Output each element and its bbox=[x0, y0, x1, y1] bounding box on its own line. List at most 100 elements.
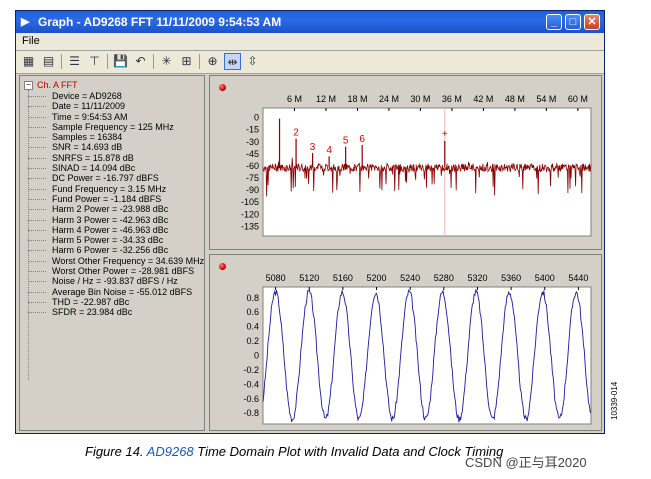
time-x-tick-label: 5360 bbox=[501, 273, 521, 283]
caption-suffix: Time Domain Plot with Invalid Data and C… bbox=[193, 444, 504, 459]
tree-item[interactable]: Samples = 16384 bbox=[24, 132, 204, 142]
time-x-tick-label: 5160 bbox=[333, 273, 353, 283]
fft-x-tick-label: 12 M bbox=[316, 94, 336, 104]
chart-icon[interactable]: ▦ bbox=[20, 53, 37, 70]
tree-item[interactable]: Time = 9:54:53 AM bbox=[24, 112, 204, 122]
fft-x-tick-label: 54 M bbox=[536, 94, 556, 104]
toolbar-separator bbox=[199, 54, 200, 69]
tree-item[interactable]: Fund Frequency = 3.15 MHz bbox=[24, 184, 204, 194]
fft-y-tick-label: 0 bbox=[254, 113, 259, 123]
fft-harmonic-label: 6 bbox=[359, 134, 365, 145]
fft-chart: 6 M 12 M 18 M 24 M 30 M 36 M 42 M 48 M 54 M 60 M 0… bbox=[241, 94, 592, 237]
fft-harmonic-label: 3 bbox=[310, 142, 316, 153]
tree-item[interactable]: Device = AD9268 bbox=[24, 91, 204, 101]
fft-y-tick-label: -75 bbox=[246, 173, 259, 183]
fft-x-tick-label: 24 M bbox=[379, 94, 399, 104]
undo-icon[interactable]: ↶ bbox=[132, 53, 149, 70]
fft-x-tick-label: 36 M bbox=[442, 94, 462, 104]
tree-item[interactable]: Harm 6 Power = -32.256 dBc bbox=[24, 245, 204, 255]
tree-item[interactable]: Worst Other Power = -28.981 dBFS bbox=[24, 266, 204, 276]
tree-items: Device = AD9268 Date = 11/11/2009 Time = 9… bbox=[24, 91, 204, 318]
layout-icon[interactable]: ⊤ bbox=[86, 53, 103, 70]
toolbar-separator bbox=[153, 54, 154, 69]
time-y-tick-label: 0.8 bbox=[246, 293, 259, 303]
tree-item[interactable]: Harm 3 Power = -42.963 dBc bbox=[24, 215, 204, 225]
fft-plot-pane: 6 M 12 M 18 M 24 M 30 M 36 M 42 M 48 M 54 M 60 M 0… bbox=[209, 75, 602, 250]
tree-root[interactable]: − Ch. A FFT bbox=[24, 80, 78, 90]
minimize-button[interactable]: _ bbox=[546, 14, 562, 30]
fft-y-tick-label: -120 bbox=[241, 209, 259, 219]
crosshair-icon[interactable]: ⊕ bbox=[204, 53, 221, 70]
fft-harmonic-label: 4 bbox=[326, 145, 332, 156]
tree-item[interactable]: Worst Other Frequency = 34.639 MHz bbox=[24, 256, 204, 266]
tree-item[interactable]: Fund Power = -1.184 dBFS bbox=[24, 194, 204, 204]
window-title: Graph - AD9268 FFT 11/11/2009 9:54:53 AM bbox=[38, 15, 282, 29]
watermark: CSDN @正与耳2020 bbox=[465, 455, 587, 470]
collapse-icon[interactable]: − bbox=[24, 81, 33, 90]
fft-y-tick-label: -15 bbox=[246, 125, 259, 135]
zoom-y-icon[interactable]: ⇳ bbox=[244, 53, 261, 70]
time-x-tick-label: 5280 bbox=[434, 273, 454, 283]
time-y-tick-label: -0.6 bbox=[243, 394, 259, 404]
tree-item[interactable]: SNR = 14.693 dB bbox=[24, 142, 204, 152]
fft-y-tick-label: -135 bbox=[241, 221, 259, 231]
time-x-tick-label: 5440 bbox=[568, 273, 588, 283]
time-y-tick-label: 0.6 bbox=[246, 307, 259, 317]
tree-item[interactable]: SINAD = 14.094 dBc bbox=[24, 163, 204, 173]
tree-item[interactable]: Harm 5 Power = -34.33 dBc bbox=[24, 235, 204, 245]
toolbar-separator bbox=[61, 54, 62, 69]
fft-harmonic-label: + bbox=[442, 129, 448, 140]
fft-y-tick-label: -105 bbox=[241, 197, 259, 207]
fft-x-tick-label: 42 M bbox=[473, 94, 493, 104]
time-x-tick-label: 5200 bbox=[367, 273, 387, 283]
fft-x-tick-label: 18 M bbox=[347, 94, 367, 104]
toolbar: ▦ ▤ ☰ ⊤ 💾 ↶ ✳ ⊞ ⊕ ⇹ ⇳ bbox=[16, 51, 604, 74]
close-button[interactable]: ✕ bbox=[584, 14, 600, 30]
star-icon[interactable]: ✳ bbox=[158, 53, 175, 70]
fft-y-tick-label: -90 bbox=[246, 185, 259, 195]
figure-caption: Figure 14. AD9268 Time Domain Plot with … bbox=[85, 444, 503, 459]
maximize-button[interactable]: □ bbox=[565, 14, 581, 30]
time-y-tick-label: 0.4 bbox=[246, 322, 259, 332]
tree-item[interactable]: THD = -22.987 dBc bbox=[24, 297, 204, 307]
time-plot-pane: 5080 5120 5160 5200 5240 5280 5320 5360 5400 5440… bbox=[209, 254, 602, 431]
fft-y-tick-label: -30 bbox=[246, 137, 259, 147]
tree-item[interactable]: Harm 2 Power = -23.988 dBc bbox=[24, 204, 204, 214]
tree-item[interactable]: Noise / Hz = -93.837 dBFS / Hz bbox=[24, 276, 204, 286]
time-y-tick-label: -0.4 bbox=[243, 379, 259, 389]
tree-root-label: Ch. A FFT bbox=[37, 80, 78, 90]
grid-icon[interactable]: ⊞ bbox=[178, 53, 195, 70]
results-tree-pane: − Ch. A FFT Device = AD9268 Date = 11/11/2… bbox=[19, 75, 205, 431]
tree-item[interactable]: SNRFS = 15.878 dB bbox=[24, 153, 204, 163]
time-x-tick-label: 5120 bbox=[299, 273, 319, 283]
fft-x-tick-label: 6 M bbox=[287, 94, 302, 104]
time-y-tick-label: 0.2 bbox=[246, 336, 259, 346]
time-x-tick-label: 5400 bbox=[535, 273, 555, 283]
time-x-tick-label: 5240 bbox=[400, 273, 420, 283]
time-y-tick-label: -0.8 bbox=[243, 408, 259, 418]
tree-item[interactable]: Date = 11/11/2009 bbox=[24, 101, 204, 111]
caption-part-link[interactable]: AD9268 bbox=[147, 444, 194, 459]
tree-item[interactable]: Average Bin Noise = -55.012 dBFS bbox=[24, 287, 204, 297]
fft-y-tick-label: -45 bbox=[246, 149, 259, 159]
tree-item[interactable]: DC Power = -16.797 dBFS bbox=[24, 173, 204, 183]
fft-y-tick-label: -60 bbox=[246, 161, 259, 171]
menu-file[interactable]: File bbox=[22, 35, 40, 47]
fft-harmonic-label: 5 bbox=[343, 135, 349, 146]
menu-bar: File bbox=[16, 33, 604, 51]
graph-window: ▶ Graph - AD9268 FFT 11/11/2009 9:54:53 … bbox=[15, 10, 605, 434]
title-bar[interactable]: ▶ Graph - AD9268 FFT 11/11/2009 9:54:53 … bbox=[16, 11, 604, 33]
tree-item[interactable]: Sample Frequency = 125 MHz bbox=[24, 122, 204, 132]
time-chart: 5080 5120 5160 5200 5240 5280 5320 5360 5400 5440… bbox=[243, 273, 592, 425]
time-y-tick-label: 0 bbox=[254, 351, 259, 361]
list-icon[interactable]: ☰ bbox=[66, 53, 83, 70]
save-icon[interactable]: 💾 bbox=[112, 53, 129, 70]
window-icon: ▶ bbox=[21, 16, 30, 28]
report-icon[interactable]: ▤ bbox=[40, 53, 57, 70]
tree-item[interactable]: SFDR = 23.984 dBc bbox=[24, 307, 204, 317]
fft-x-tick-label: 60 M bbox=[568, 94, 588, 104]
caption-prefix: Figure 14. bbox=[85, 444, 147, 459]
zoom-x-icon[interactable]: ⇹ bbox=[224, 53, 241, 70]
tree-item[interactable]: Harm 4 Power = -46.963 dBc bbox=[24, 225, 204, 235]
fft-x-tick-label: 30 M bbox=[410, 94, 430, 104]
